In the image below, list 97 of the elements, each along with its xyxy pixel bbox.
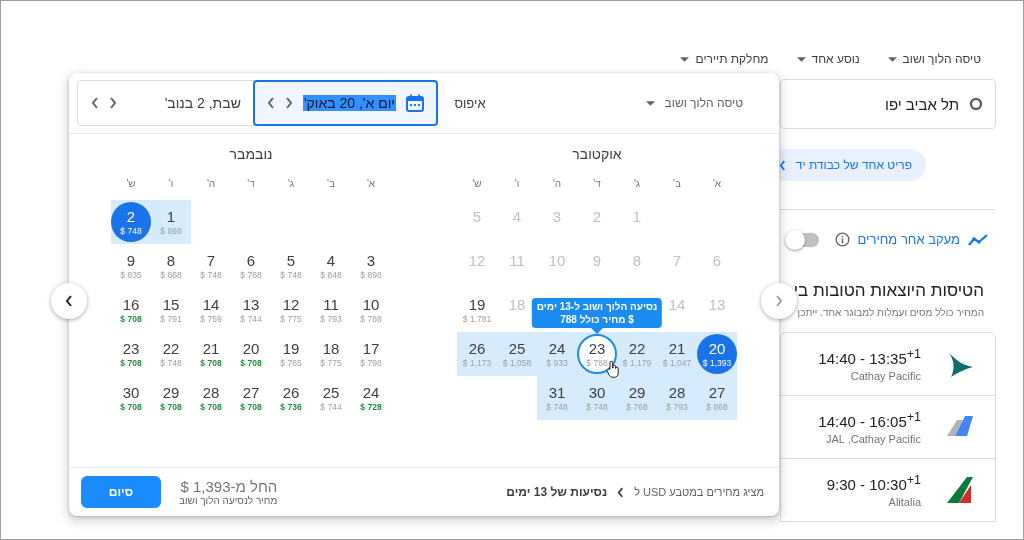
weekday-label: א' <box>712 178 722 191</box>
calendar-day[interactable]: 19 $ 1,781 <box>457 290 497 330</box>
calendar-day[interactable]: 6 $ 768 <box>231 246 271 286</box>
airline-name: Cathay Pacific <box>849 369 921 382</box>
chevron-left-icon <box>778 159 786 171</box>
caret-icon <box>887 56 897 62</box>
weekday-label: ו' <box>168 178 174 191</box>
calendar-day[interactable]: 23 $ 788 <box>577 334 617 374</box>
calendar-day[interactable]: 14 $ 759 <box>191 290 231 330</box>
toggle-switch[interactable] <box>784 232 819 247</box>
calendar-day[interactable]: 17 $ 798 <box>351 334 391 374</box>
price-note: מחיר לנסיעה הלוך ושוב <box>179 495 278 506</box>
calendar-day[interactable]: 1 $ 868 <box>151 202 191 242</box>
hand-cursor-icon <box>606 360 620 378</box>
calendar-day[interactable]: 29 $ 768 <box>617 378 657 418</box>
airline-name: Alitalia <box>887 495 921 508</box>
chevron-left-icon <box>617 486 625 498</box>
weekday-label: ג' <box>287 178 295 191</box>
caret-icon <box>680 56 690 62</box>
calendar-day[interactable]: 15 $ 791 <box>151 290 191 330</box>
results-subtitle: המחיר כולל מסים ועמלות למבוגר אחד. ייתכן <box>796 307 985 318</box>
tooltip-title: נסיעה הלוך ושוב ל-13 ימים <box>536 300 658 313</box>
weekday-label: ו' <box>514 178 520 191</box>
results-heading: הטיסות היוצאות הטובות בי <box>792 281 985 301</box>
calendar-day[interactable]: 10 $ 788 <box>351 290 391 330</box>
origin-field[interactable]: תל אביב יפו <box>780 79 996 129</box>
calendar-day[interactable]: 21 $ 708 <box>191 334 231 374</box>
calendar-day[interactable]: 30 $ 748 <box>577 378 617 418</box>
calendar-day[interactable]: 3 $ 898 <box>351 246 391 286</box>
calendar-day[interactable]: 11 $ 793 <box>311 290 351 330</box>
trip-type-dropdown[interactable]: טיסה הלוך ושוב <box>645 96 743 110</box>
calendar-day[interactable]: 5 $ 748 <box>271 246 311 286</box>
weekday-label: א' <box>366 178 376 191</box>
calendar-day[interactable]: 30 $ 708 <box>111 378 151 418</box>
weekday-label: ב' <box>673 178 681 191</box>
calendar-day[interactable]: 16 $ 708 <box>111 290 151 330</box>
calendar-day[interactable]: 21 $ 1,047 <box>657 334 697 374</box>
calendar-day[interactable]: 26 $ 1,173 <box>457 334 497 374</box>
weekday-label: ג' <box>633 178 641 191</box>
calendar-day[interactable]: 28 $ 793 <box>657 378 697 418</box>
flight-times: 9:30 - 10:30$^{+1}$ <box>826 472 921 493</box>
calendar-day[interactable]: 20 $ 708 <box>231 334 271 374</box>
weekday-label: ה' <box>206 178 216 191</box>
dropdown[interactable]: טיסה הלוך ושוב <box>887 51 981 67</box>
month-title: אוקטובר <box>571 146 623 164</box>
info-icon[interactable] <box>834 232 850 247</box>
calendar-day[interactable]: 27 $ 868 <box>697 378 737 418</box>
calendar-day[interactable]: 12 $ 775 <box>271 290 311 330</box>
calendar-day[interactable]: 23 $ 708 <box>111 334 151 374</box>
calendar-day[interactable]: 13 $ 744 <box>231 290 271 330</box>
caret-icon <box>645 100 655 106</box>
calendar-day[interactable]: 27 $ 708 <box>231 378 271 418</box>
chevron-right-icon <box>775 295 783 307</box>
calendar-day[interactable]: 31 $ 748 <box>537 378 577 418</box>
calendar-day[interactable]: 25 $ 1,058 <box>497 334 537 374</box>
calendar-day[interactable]: 4 $ 848 <box>311 246 351 286</box>
flight-row[interactable]: 9:30 - 10:30$^{+1}$ Alitalia <box>781 459 995 521</box>
currency-note: מציג מחירים במטבע USD ל <box>634 486 764 498</box>
trend-line-icon <box>968 233 988 246</box>
calendar-day[interactable]: 28 $ 708 <box>191 378 231 418</box>
calendar-day[interactable]: 24 $ 933 <box>537 334 577 374</box>
flight-row[interactable]: 14:40 - 16:05$^{+1}$ JAL ,Cathay Pacific <box>781 396 995 459</box>
calendar-day[interactable]: 18 $ 775 <box>311 334 351 374</box>
calendar-day[interactable]: 26 $ 736 <box>271 378 311 418</box>
dropdown[interactable]: מחלקת תיירים <box>680 51 769 67</box>
reset-button[interactable]: איפוס <box>454 95 486 111</box>
calendar-day[interactable]: 8 $ 868 <box>151 246 191 286</box>
price-tracking-link[interactable]: מעקב אחר מחירים <box>857 232 960 247</box>
weekday-label: ב' <box>327 178 335 191</box>
airline-name: JAL ,Cathay Pacific <box>825 432 921 445</box>
calendar-day[interactable]: 9 $ 835 <box>111 246 151 286</box>
weekday-label: ד' <box>247 178 255 191</box>
calendar-day[interactable]: 22 $ 1,179 <box>617 334 657 374</box>
flight-times: 14:40 - 13:35$^{+1}$ <box>818 346 921 367</box>
weekday-label: ד' <box>593 178 601 191</box>
circle-icon <box>969 97 983 111</box>
calendar-day[interactable]: 20 $ 1,393 <box>697 334 737 374</box>
flight-row[interactable]: 14:40 - 13:35$^{+1}$ Cathay Pacific <box>781 333 995 396</box>
calendar-day[interactable]: 25 $ 744 <box>311 378 351 418</box>
price-from: החל מ-1,393 $ <box>179 478 278 495</box>
calendar-day[interactable]: 2 $ 748 <box>111 202 151 242</box>
weekday-label: ש' <box>472 178 482 191</box>
calendar-day[interactable]: 24 $ 728 <box>351 378 391 418</box>
airline-logo-icon <box>945 475 975 505</box>
calendar-day[interactable]: 7 $ 748 <box>191 246 231 286</box>
weekday-label: ש' <box>126 178 136 191</box>
chevron-left-icon <box>65 295 73 307</box>
tooltip-price: מחיר כולל 788 $ <box>560 313 634 326</box>
trip-length-button[interactable]: נסיעות של 13 ימים <box>506 485 625 499</box>
flight-times: 14:40 - 16:05$^{+1}$ <box>818 409 921 430</box>
caret-icon <box>796 56 806 62</box>
weekday-label: ה' <box>552 178 562 191</box>
calendar-day[interactable]: 22 $ 748 <box>151 334 191 374</box>
calendar-day[interactable]: 19 $ 765 <box>271 334 311 374</box>
dropdown[interactable]: נוסע אחד <box>796 51 860 67</box>
calendar-day[interactable]: 29 $ 708 <box>151 378 191 418</box>
month-title: נובמבר <box>228 146 274 164</box>
